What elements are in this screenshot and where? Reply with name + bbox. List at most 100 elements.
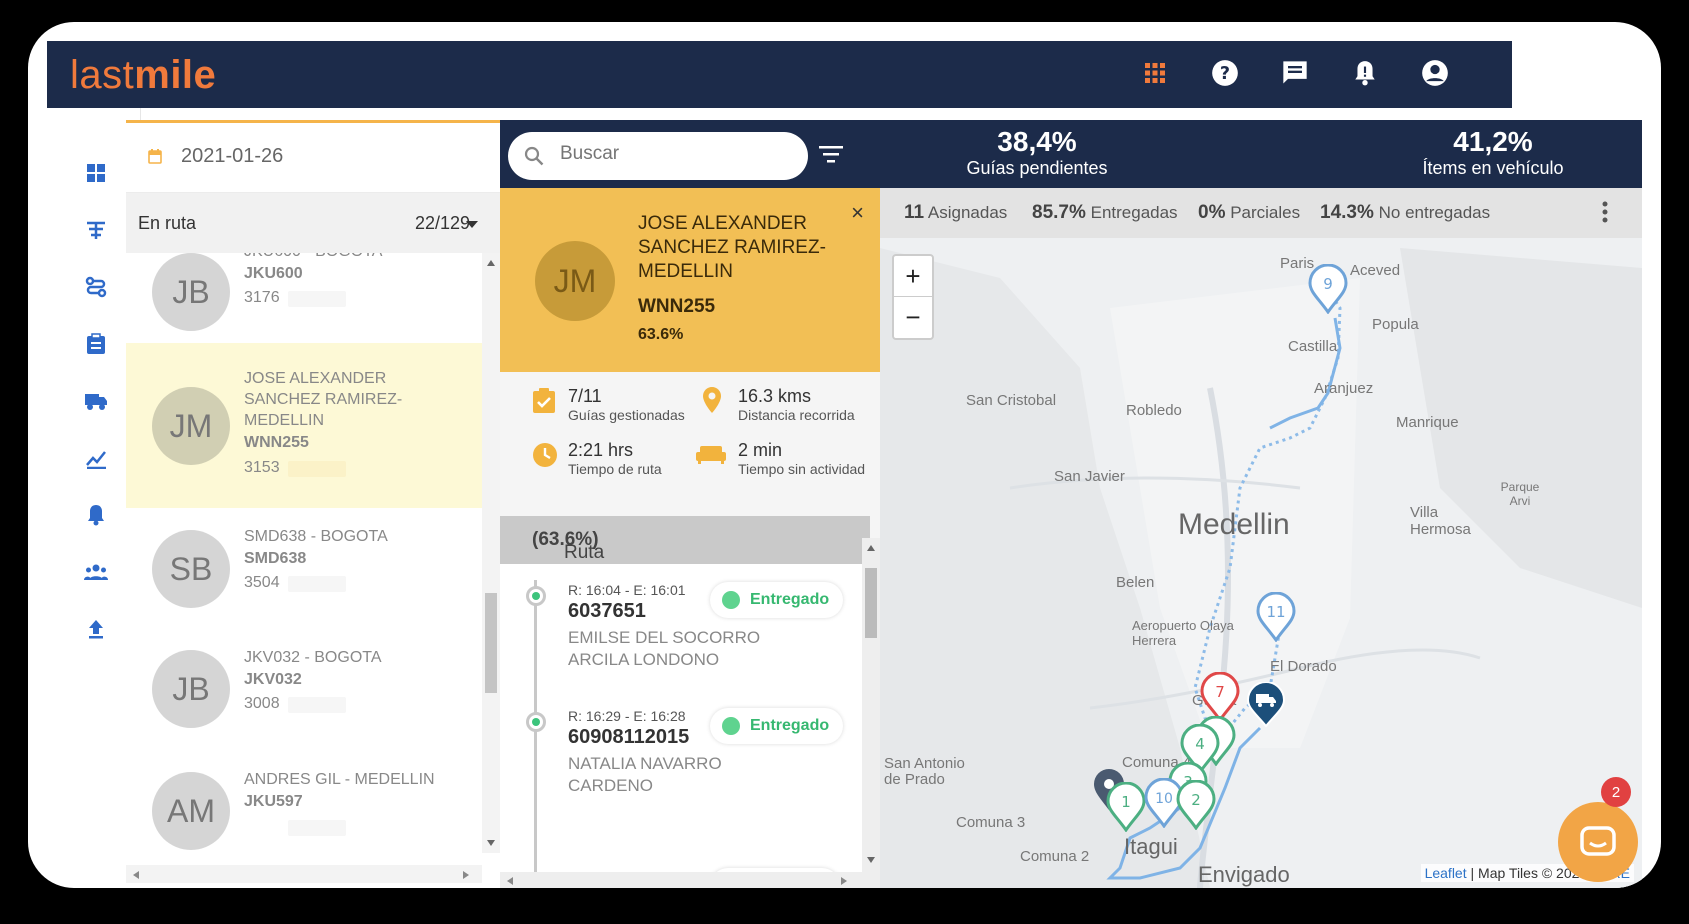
clipboard-icon[interactable] <box>84 332 108 356</box>
map-label: San Cristobal <box>966 392 1057 409</box>
driver-item[interactable]: JB JKU600 - BOGOTA JKU600 3176 <box>126 253 482 343</box>
app-window: lastmile ? 2021-01-26 En ruta 22/129 JB … <box>28 22 1661 888</box>
map-label: Envigado <box>1198 862 1290 887</box>
svg-text:?: ? <box>1220 64 1230 84</box>
topbar-corner <box>1512 41 1642 108</box>
scroll-right-icon[interactable] <box>840 876 848 886</box>
status-filter[interactable]: En ruta 22/129 <box>126 193 500 253</box>
scroll-down-icon[interactable] <box>866 856 876 864</box>
notification-badge: 2 <box>1601 777 1631 807</box>
driver-item[interactable]: JB JKV032 - BOGOTA JKV032 3008 <box>126 630 482 750</box>
map-marker[interactable]: 2 <box>1176 780 1216 830</box>
avatar: JB <box>152 650 230 728</box>
routes-icon[interactable] <box>84 218 108 242</box>
metric-inactivo: 2 min Tiempo sin actividad <box>738 440 866 477</box>
close-icon[interactable]: × <box>851 200 864 226</box>
status-badge: Entregado <box>710 708 844 744</box>
map-label: Comuna 3 <box>956 814 1026 831</box>
clock-icon <box>533 443 557 467</box>
chat-icon[interactable] <box>1279 57 1311 89</box>
driver-plate: JKV032 <box>244 671 302 688</box>
scroll-thumb[interactable] <box>865 568 877 638</box>
help-icon[interactable]: ? <box>1209 57 1241 89</box>
map-marker[interactable]: 9 <box>1308 264 1348 314</box>
route-plan-icon[interactable] <box>84 275 108 299</box>
zoom-out-button[interactable]: − <box>894 297 932 338</box>
delivery-timeline: R: 16:04 - E: 16:01 6037651 EMILSE DEL S… <box>500 564 862 888</box>
route-map[interactable]: 11 Asignadas 85.7% Entregadas 0% Parcial… <box>880 188 1642 888</box>
driver-progress: 63.6% <box>638 326 684 343</box>
active-route-bar[interactable]: Ruta activa: 13:40 (63.6%) <box>500 516 870 607</box>
map-label: Aceved <box>1350 262 1401 279</box>
map-label: Belen <box>1116 574 1155 591</box>
driver-name: JKU600 - BOGOTA <box>244 253 464 262</box>
zoom-in-button[interactable]: + <box>894 256 932 297</box>
timeline-dot <box>526 712 546 732</box>
map-summary-bar: 11 Asignadas 85.7% Entregadas 0% Parcial… <box>880 188 1642 238</box>
date-picker[interactable]: 2021-01-26 <box>126 123 500 193</box>
list-scrollbar[interactable] <box>482 253 500 853</box>
redacted-field <box>288 697 346 713</box>
driver-code: 3153 <box>244 459 280 476</box>
map-label: Aeropuerto Olaya Herrera <box>1132 618 1234 648</box>
account-icon[interactable] <box>1419 57 1451 89</box>
driver-item[interactable]: AM ANDRES GIL - MEDELLIN JKU597 <box>126 750 482 870</box>
redacted-field <box>288 461 346 477</box>
stat-items-vehiculo: 41,2% Ítems en vehículo <box>1422 126 1564 178</box>
upload-icon[interactable] <box>84 617 108 641</box>
map-label: San Antonio de Prado <box>884 755 965 788</box>
status-filter-label: En ruta <box>138 213 197 233</box>
map-marker[interactable]: 7 <box>1200 672 1240 722</box>
map-marker[interactable]: 11 <box>1256 592 1296 642</box>
scroll-up-icon[interactable] <box>486 259 496 267</box>
map-marker[interactable]: 1 <box>1106 782 1146 832</box>
driver-item-selected[interactable]: JM JOSE ALEXANDER SANCHEZ RAMIREZ-MEDELL… <box>126 343 482 508</box>
truck-marker-icon[interactable] <box>1246 682 1286 728</box>
filter-icon[interactable] <box>818 144 844 164</box>
scroll-right-icon[interactable] <box>462 870 470 880</box>
calendar-icon <box>148 149 162 164</box>
svg-text:9: 9 <box>1323 275 1333 293</box>
redacted-field <box>288 291 346 307</box>
driver-name: ANDRES GIL - MEDELLIN <box>244 771 435 788</box>
scroll-down-icon[interactable] <box>486 839 496 847</box>
detail-h-scrollbar[interactable] <box>500 872 880 888</box>
team-icon[interactable] <box>84 560 108 584</box>
dashboard-icon[interactable] <box>84 161 108 185</box>
zoom-control: + − <box>892 254 934 340</box>
apps-grid-icon[interactable] <box>1139 57 1171 89</box>
bell-icon[interactable] <box>1349 57 1381 89</box>
svg-text:4: 4 <box>1195 735 1205 753</box>
driver-name: SMD638 - BOGOTA <box>244 528 388 545</box>
map-label: Parque Arvi <box>1500 480 1540 508</box>
chat-launcher[interactable] <box>1558 802 1638 882</box>
scroll-left-icon[interactable] <box>132 870 140 880</box>
caret-down-icon[interactable] <box>466 221 478 228</box>
driver-plate: WNN255 <box>244 434 309 451</box>
lastmile-logo[interactable]: lastmile <box>70 53 216 98</box>
chat-bubble-icon <box>1580 826 1616 856</box>
search-input[interactable] <box>560 143 790 165</box>
search-box[interactable] <box>508 132 808 180</box>
leaflet-link[interactable]: Leaflet <box>1425 865 1467 881</box>
map-label: Castilla <box>1288 338 1338 355</box>
driver-plate: JKU600 <box>244 265 303 282</box>
avatar: JM <box>535 241 615 321</box>
scroll-up-icon[interactable] <box>866 544 876 552</box>
scroll-thumb[interactable] <box>485 593 497 693</box>
timeline-dot <box>526 586 546 606</box>
truck-icon[interactable] <box>84 389 108 413</box>
route-metrics: 7/11 Guías gestionadas 16.3 kms Distanci… <box>500 372 880 508</box>
analytics-icon[interactable] <box>84 446 108 470</box>
detail-scrollbar[interactable] <box>862 538 880 872</box>
more-options-icon[interactable] <box>1602 200 1608 224</box>
driver-name: JOSE ALEXANDER SANCHEZ RAMIREZ-MEDELLIN <box>244 370 403 429</box>
svg-text:11: 11 <box>1266 603 1285 621</box>
scroll-left-icon[interactable] <box>506 876 514 886</box>
clipboard-check-icon <box>533 388 555 413</box>
status-dot <box>722 591 740 609</box>
list-h-scrollbar[interactable] <box>126 865 482 883</box>
driver-item[interactable]: SB SMD638 - BOGOTA SMD638 3504 <box>126 508 482 630</box>
map-label: Itagui <box>1124 834 1178 859</box>
alert-icon[interactable] <box>84 503 108 527</box>
